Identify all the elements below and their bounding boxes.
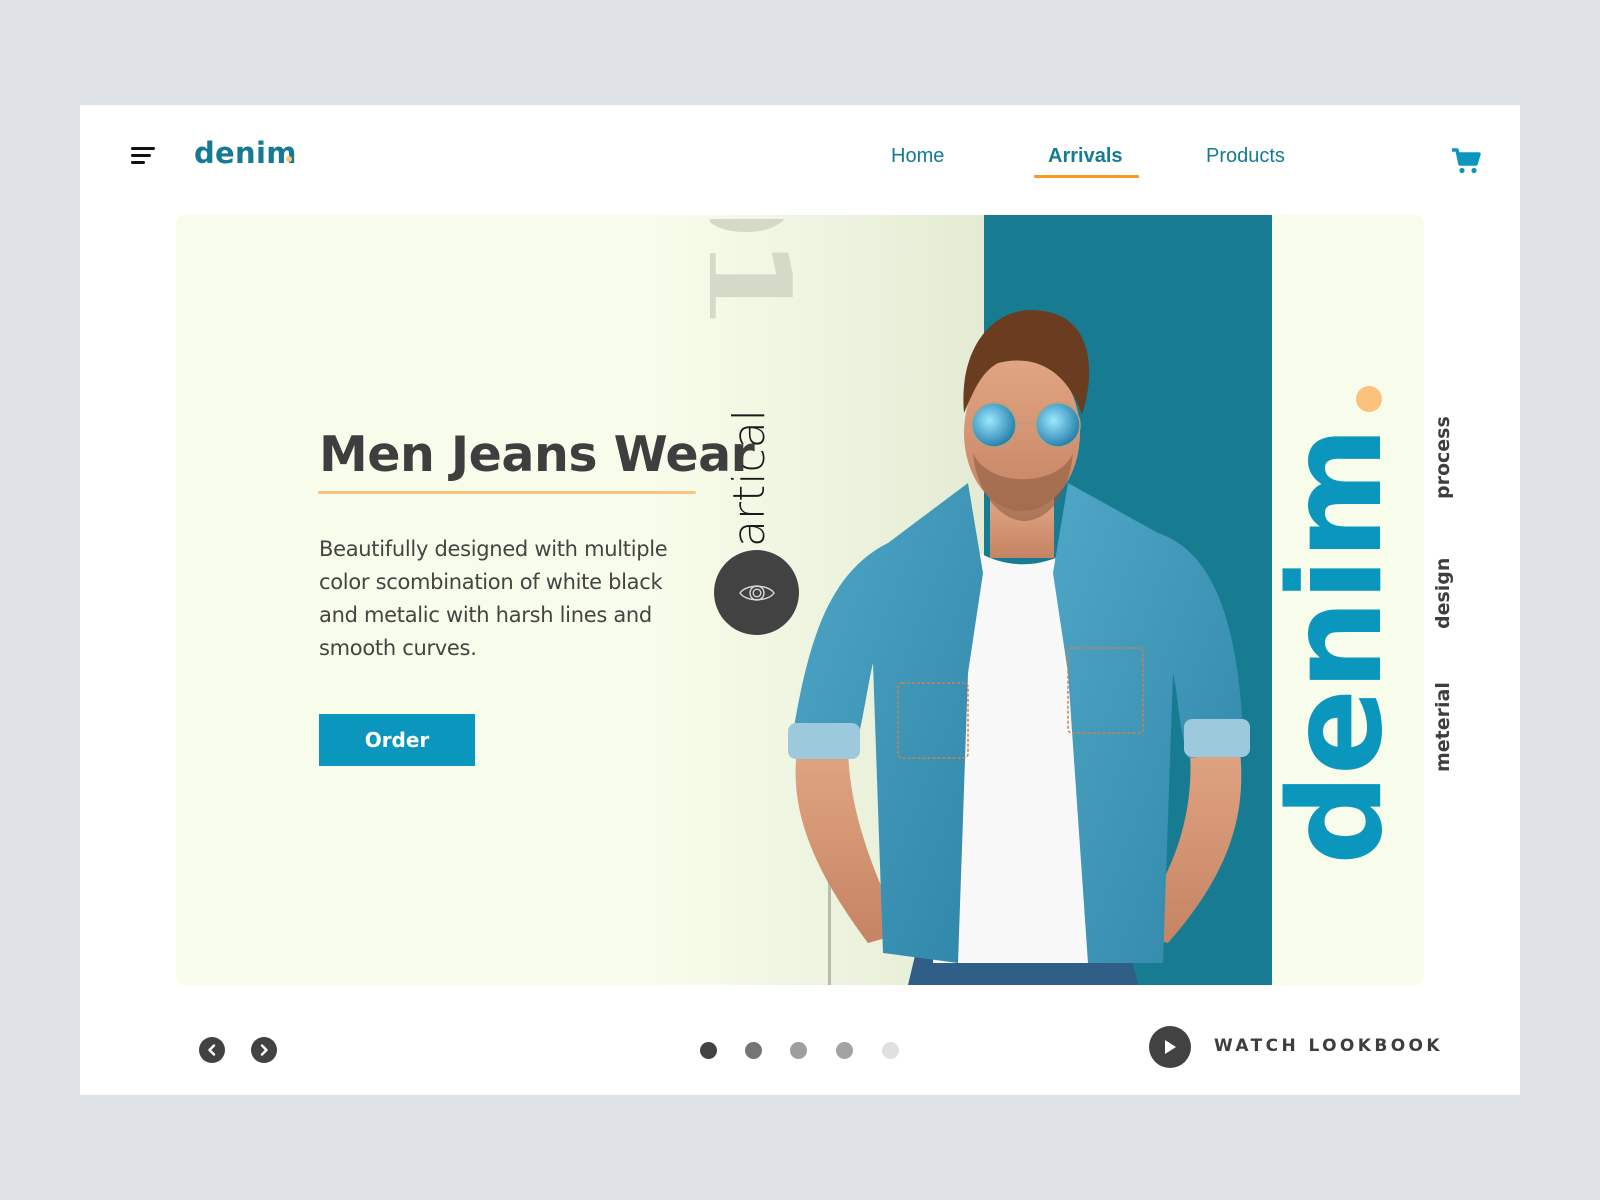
menu-line bbox=[131, 161, 145, 164]
side-tab-label: meterial bbox=[1432, 682, 1454, 772]
hamburger-menu-button[interactable] bbox=[131, 145, 157, 167]
hero-title: Men Jeans Wear bbox=[319, 426, 755, 483]
prev-button[interactable] bbox=[199, 1037, 225, 1063]
model-lens-right bbox=[1035, 402, 1081, 448]
model-right-cuff bbox=[1184, 719, 1250, 757]
order-button[interactable]: Order bbox=[319, 714, 475, 766]
carousel-dot-active[interactable] bbox=[700, 1042, 717, 1059]
brand-vertical: denim bbox=[1262, 385, 1411, 865]
title-underline bbox=[318, 491, 696, 494]
carousel-dot[interactable] bbox=[790, 1042, 807, 1059]
hero-panel: 01 artical Men Jeans Wear Beautifully de… bbox=[176, 215, 1424, 985]
logo-dot bbox=[286, 156, 292, 162]
nav-home[interactable]: Home bbox=[891, 145, 944, 168]
hero-description: Beautifully designed with multiple color… bbox=[319, 537, 668, 660]
brand-vertical-dot bbox=[1356, 386, 1382, 412]
side-tab-process[interactable]: process bbox=[1432, 407, 1462, 507]
play-icon bbox=[1165, 1040, 1176, 1054]
chevron-right-icon bbox=[260, 1044, 268, 1056]
nav-arrivals[interactable]: Arrivals bbox=[1048, 145, 1123, 168]
model-left-cuff bbox=[788, 723, 860, 759]
brand-vertical-text: denim bbox=[1262, 428, 1411, 865]
nav-products[interactable]: Products bbox=[1206, 145, 1285, 168]
cart-button[interactable] bbox=[1451, 147, 1481, 175]
side-tab-design[interactable]: design bbox=[1432, 547, 1462, 632]
chevron-left-icon bbox=[208, 1044, 216, 1056]
watch-lookbook-link[interactable]: WATCH LOOKBOOK bbox=[1214, 1036, 1443, 1056]
menu-line bbox=[131, 147, 155, 150]
nav-active-underline bbox=[1034, 175, 1139, 178]
model-photo bbox=[788, 309, 1250, 985]
page-card: denim Home Arrivals Products 01 artic bbox=[80, 105, 1520, 1095]
carousel-dot[interactable] bbox=[882, 1042, 899, 1059]
logo[interactable]: denim bbox=[194, 136, 297, 170]
carousel-dot[interactable] bbox=[745, 1042, 762, 1059]
carousel-dot[interactable] bbox=[836, 1042, 853, 1059]
side-tab-label: design bbox=[1432, 557, 1454, 629]
side-tab-label: process bbox=[1432, 416, 1454, 499]
next-button[interactable] bbox=[251, 1037, 277, 1063]
cart-icon bbox=[1452, 148, 1481, 174]
play-button[interactable] bbox=[1149, 1026, 1191, 1068]
model-lens-left bbox=[971, 402, 1017, 448]
side-tab-material[interactable]: meterial bbox=[1432, 670, 1462, 775]
menu-line bbox=[131, 154, 151, 157]
